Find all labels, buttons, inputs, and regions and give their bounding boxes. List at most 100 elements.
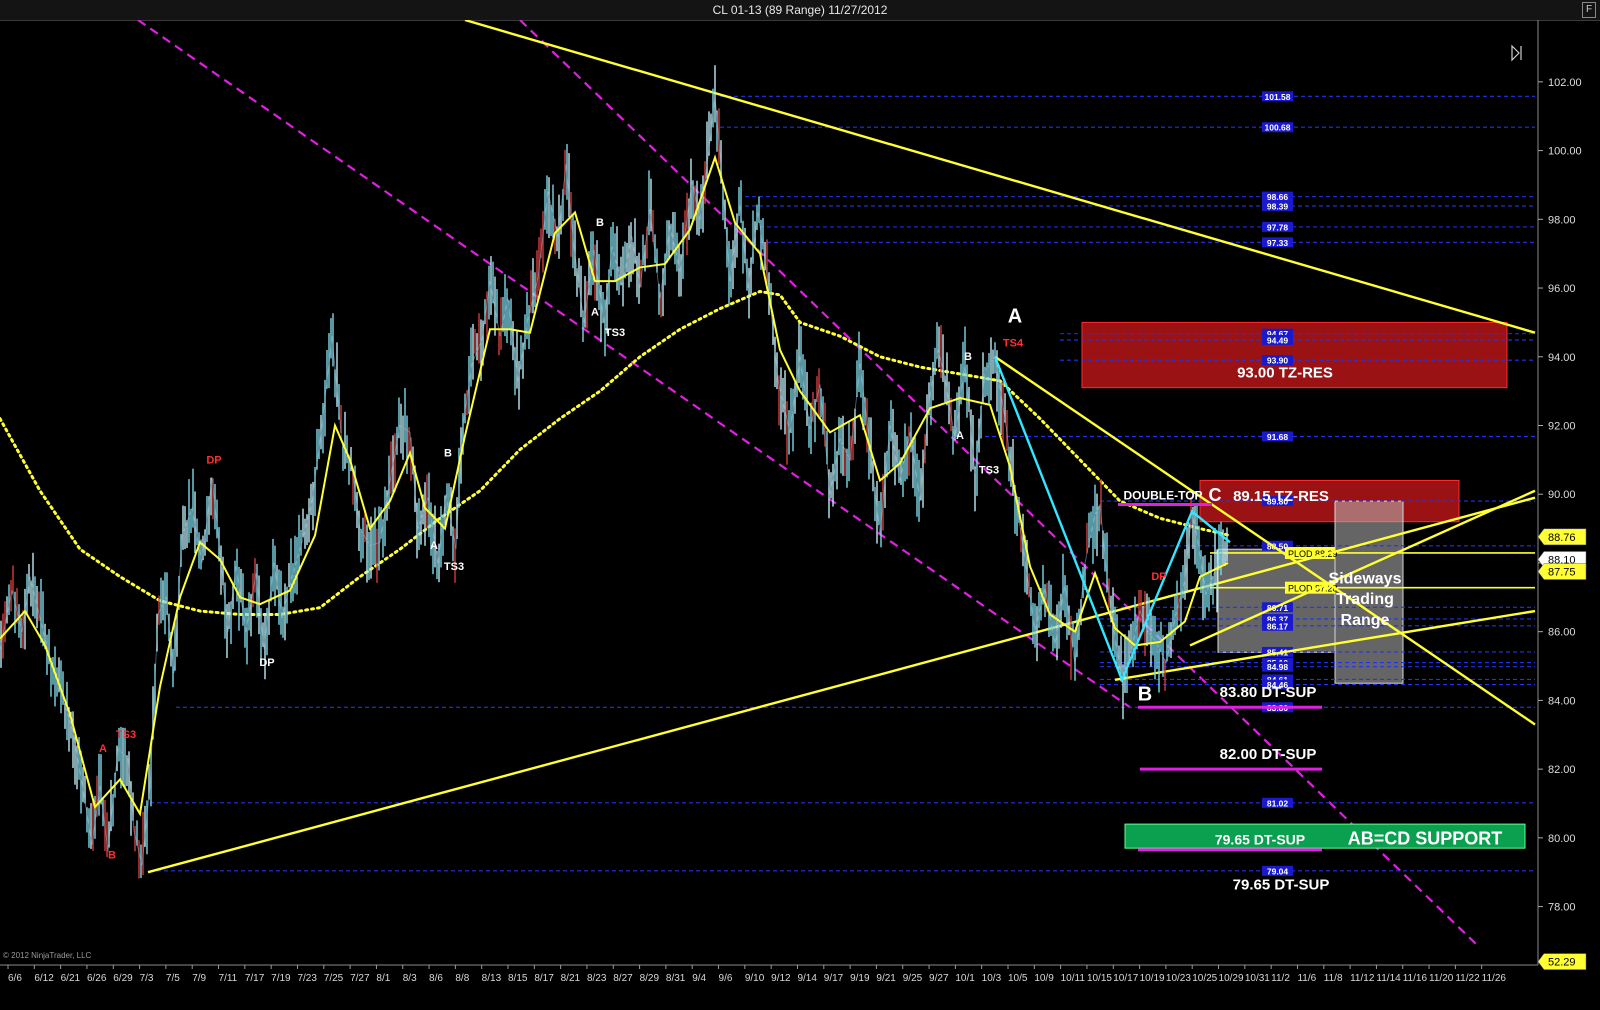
time-tick-label: 11/16	[1403, 973, 1428, 984]
annotation-label: DP	[259, 657, 274, 669]
price-tick-label: 92.00	[1548, 420, 1576, 432]
time-tick-label: 9/12	[771, 973, 791, 984]
time-tick-label: 11/26	[1482, 973, 1507, 984]
annotation-label: 82.00 DT-SUP	[1220, 746, 1317, 763]
time-tick-label: 10/23	[1166, 973, 1191, 984]
sma-line	[0, 289, 1232, 616]
scroll-end-icon[interactable]	[1511, 44, 1522, 62]
price-tick-label: 100.00	[1548, 146, 1582, 158]
time-tick-label: 8/29	[640, 973, 660, 984]
time-tick-label: 8/23	[587, 973, 607, 984]
time-tick-label: 11/2	[1271, 973, 1290, 984]
price-level-label: 94.49	[1267, 335, 1289, 345]
time-tick-label: 9/4	[692, 973, 706, 984]
time-tick-label: 9/14	[797, 973, 817, 984]
time-tick-label: 9/27	[929, 973, 949, 984]
time-tick-label: 10/15	[1087, 973, 1112, 984]
time-tick-label: 7/27	[350, 973, 370, 984]
sideways-zone	[1217, 548, 1336, 653]
price-level-label: 86.17	[1267, 621, 1289, 631]
price-level-label: 100.68	[1265, 123, 1291, 133]
price-tick-label: 94.00	[1548, 352, 1576, 364]
annotation-label: TS4	[1003, 337, 1024, 349]
annotation-label: B	[596, 217, 604, 229]
time-tick-label: 7/5	[166, 973, 180, 984]
float-window-button[interactable]: F	[1582, 2, 1596, 18]
price-tick-label: 82.00	[1548, 764, 1576, 776]
time-tick-label: 10/29	[1219, 973, 1244, 984]
price-chart[interactable]: 101.58100.6898.6698.3997.7897.3394.6794.…	[0, 20, 1600, 1010]
annotation-label: Trading	[1336, 591, 1394, 608]
annotation-label: A	[99, 743, 107, 755]
price-level-label: 97.78	[1267, 222, 1289, 232]
time-tick-label: 10/5	[1008, 973, 1028, 984]
annotation-label: A	[591, 307, 599, 319]
time-tick-label: 6/29	[113, 973, 133, 984]
price-level-label: 81.02	[1267, 798, 1289, 808]
time-tick-label: 7/9	[192, 973, 206, 984]
annotation-label: Sideways	[1329, 571, 1402, 588]
price-level-label: 84.98	[1267, 662, 1289, 672]
time-tick-label: 7/11	[219, 973, 238, 984]
time-tick-label: 10/25	[1192, 973, 1217, 984]
price-tick-label: 80.00	[1548, 833, 1576, 845]
scroll-end-icon[interactable]	[1511, 44, 1522, 62]
time-tick-label: 11/14	[1376, 973, 1401, 984]
time-tick-label: 8/17	[534, 973, 554, 984]
annotation-label: TS3	[979, 465, 999, 477]
annotation-label: TS3	[605, 327, 625, 339]
time-axis[interactable]: 6/6 6/12 6/21 6/26 6/29 7/3 7/5 7/9 7/11 7/17 7/19…	[0, 964, 1538, 984]
time-tick-label: 9/25	[903, 973, 923, 984]
price-tick-label: 86.00	[1548, 627, 1576, 639]
annotation-label: 79.65 DT-SUP	[1215, 832, 1305, 848]
price-level-label: 79.04	[1267, 866, 1289, 876]
trendline	[464, 20, 1536, 334]
time-tick-label: 7/3	[140, 973, 154, 984]
time-tick-label: 8/6	[429, 973, 443, 984]
price-level-label: 86.71	[1267, 603, 1289, 613]
price-tick-label: 102.00	[1548, 77, 1582, 89]
time-tick-label: 10/3	[982, 973, 1002, 984]
annotation-label: TS3	[444, 561, 464, 573]
time-tick-label: 6/12	[34, 973, 54, 984]
price-level-label: 98.39	[1267, 201, 1289, 211]
time-tick-label: 11/22	[1455, 973, 1480, 984]
price-tick-label: 90.00	[1548, 489, 1576, 501]
price-tick-label: 98.00	[1548, 214, 1576, 226]
price-level-label: 97.33	[1267, 238, 1289, 248]
price-level-label: 101.58	[1265, 92, 1291, 102]
annotation-label: 89.15 TZ-RES	[1233, 488, 1329, 505]
price-level-label: 91.68	[1267, 432, 1289, 442]
time-tick-label: 6/26	[87, 973, 107, 984]
time-tick-label: 8/21	[561, 973, 581, 984]
time-tick-label: 8/27	[613, 973, 633, 984]
time-tick-label: 10/17	[1113, 973, 1138, 984]
annotation-label: 83.80 DT-SUP	[1220, 684, 1317, 701]
window-title-bar: CL 01-13 (89 Range) 11/27/2012 F	[0, 0, 1600, 21]
price-tick-label: 78.00	[1548, 902, 1576, 914]
annotation-label: DOUBLE-TOP	[1123, 488, 1202, 502]
time-tick-label: 9/21	[876, 973, 896, 984]
price-tick-label: 96.00	[1548, 283, 1576, 295]
time-tick-label: 9/19	[850, 973, 870, 984]
time-tick-label: 8/8	[455, 973, 469, 984]
annotation-label: TS3	[116, 729, 136, 741]
time-tick-label: 7/17	[245, 973, 265, 984]
time-tick-label: 7/19	[271, 973, 291, 984]
time-tick-label: 9/6	[719, 973, 733, 984]
time-tick-label: 10/11	[1061, 973, 1086, 984]
time-tick-label: 10/9	[1034, 973, 1054, 984]
time-tick-label: 10/31	[1245, 973, 1270, 984]
annotation-label: DP	[206, 454, 221, 466]
time-tick-label: 9/17	[824, 973, 844, 984]
copyright-text: © 2012 NinjaTrader, LLC	[3, 951, 92, 960]
time-tick-label: 11/20	[1429, 973, 1454, 984]
time-tick-label: 11/6	[1297, 973, 1316, 984]
price-flag-label: 52.29	[1548, 957, 1576, 969]
annotation-label: B	[444, 447, 452, 459]
time-tick-label: 7/23	[297, 973, 317, 984]
time-tick-label: 8/13	[482, 973, 502, 984]
annotation-label: B	[108, 849, 116, 861]
price-tick-label: 84.00	[1548, 695, 1576, 707]
price-axis[interactable]: 102.00 100.00 98.00 96.00 94.00 92.00 90.00 88.…	[1537, 20, 1587, 970]
